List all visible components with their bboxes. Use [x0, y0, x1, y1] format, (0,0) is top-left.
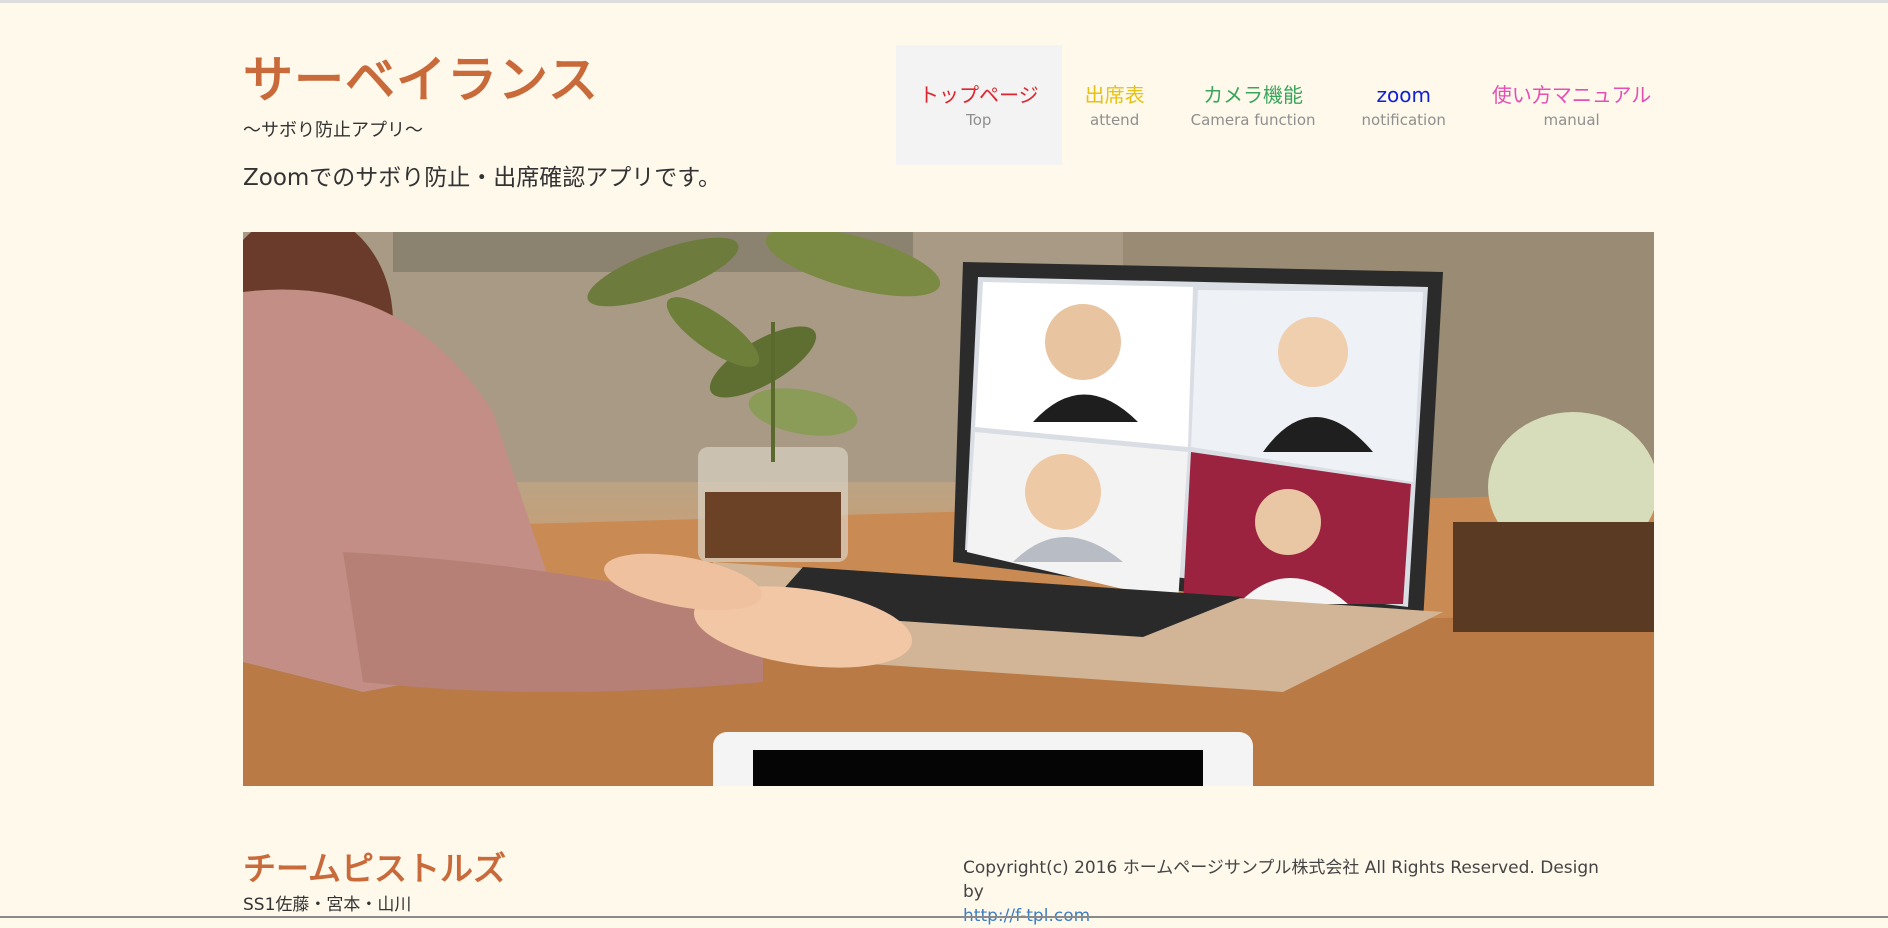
nav-sublabel: Camera function	[1190, 110, 1316, 129]
site-title[interactable]: サーベイランス	[243, 40, 599, 112]
nav-item-manual[interactable]: 使い方マニュアル manual	[1469, 45, 1674, 165]
copyright-text: Copyright(c) 2016 ホームページサンプル株式会社 All Rig…	[963, 858, 1599, 902]
nav-item-attend[interactable]: 出席表 attend	[1062, 45, 1168, 165]
nav-sublabel: Top	[966, 110, 992, 129]
main-nav: トップページ Top 出席表 attend カメラ機能 Camera funct…	[896, 45, 1674, 165]
nav-label: トップページ	[919, 82, 1039, 107]
nav-sublabel: attend	[1090, 110, 1140, 129]
site-description: Zoomでのサボり防止・出席確認アプリです。	[243, 165, 722, 191]
nav-label: カメラ機能	[1203, 82, 1304, 107]
nav-label: zoom	[1376, 82, 1431, 107]
nav-item-top[interactable]: トップページ Top	[896, 45, 1062, 165]
hero-image	[243, 232, 1654, 786]
nav-label: 使い方マニュアル	[1491, 82, 1652, 107]
team-members: SS1佐藤・宮本・山川	[243, 895, 412, 915]
nav-sublabel: notification	[1361, 110, 1446, 129]
team-name: チームピストルズ	[243, 849, 507, 888]
site-subtitle: ～サボり防止アプリ～	[243, 120, 423, 141]
nav-label: 出席表	[1084, 82, 1145, 107]
top-border	[0, 0, 1888, 3]
nav-item-camera[interactable]: カメラ機能 Camera function	[1168, 45, 1339, 165]
video-conference-photo-icon	[243, 232, 1654, 786]
nav-item-zoom[interactable]: zoom notification	[1339, 45, 1469, 165]
nav-sublabel: manual	[1543, 110, 1600, 129]
